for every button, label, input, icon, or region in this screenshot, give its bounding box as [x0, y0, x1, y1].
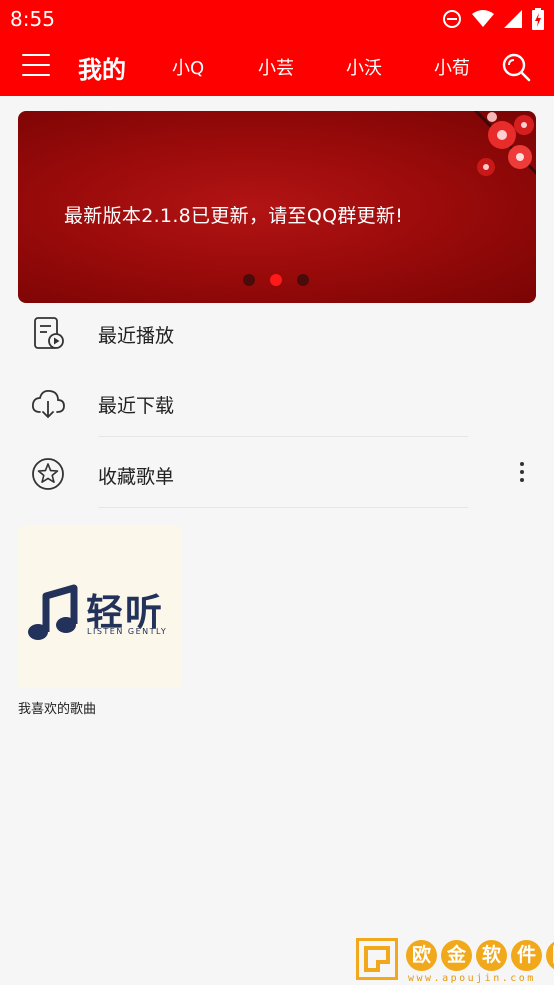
recent-play-icon	[34, 317, 64, 349]
menu-label-favorite-playlists: 收藏歌单	[98, 466, 175, 488]
battery-icon	[532, 8, 544, 30]
app-bar: 我的 小Q 小芸 小沃 小荀	[0, 38, 554, 96]
menu-item-recent-play[interactable]: 最近播放	[0, 299, 554, 369]
menu-item-recent-download[interactable]: 最近下载	[0, 369, 554, 439]
tab-mine[interactable]: 我的	[78, 50, 126, 85]
carousel-dot[interactable]	[297, 274, 309, 286]
more-vertical-icon[interactable]	[508, 458, 536, 492]
watermark-char: 欧	[406, 940, 437, 971]
banner-carousel[interactable]: 最新版本2.1.8已更新，请至QQ群更新!	[18, 111, 536, 303]
watermark-logo-icon	[356, 938, 398, 980]
playlist-name: 我喜欢的歌曲	[18, 702, 97, 717]
playlist-cover: 轻听 LISTEN GENTLY	[18, 526, 182, 688]
tab-xiao-yun[interactable]: 小芸	[258, 54, 294, 80]
star-icon	[32, 458, 64, 490]
tab-xiao-q[interactable]: 小Q	[172, 54, 204, 80]
watermark-char: 软	[476, 940, 507, 971]
divider	[98, 507, 468, 508]
plum-blossom-decoration	[473, 111, 536, 176]
music-note-icon	[28, 584, 78, 640]
cloud-download-icon	[31, 389, 65, 419]
cover-brand-subtitle: LISTEN GENTLY	[87, 627, 168, 636]
menu-label-recent-play: 最近播放	[98, 325, 175, 347]
watermark-url: www.apoujin.com	[408, 973, 536, 984]
status-bar: 8:55	[0, 0, 554, 38]
watermark-char: 园	[546, 940, 554, 971]
playlist-card[interactable]: 轻听 LISTEN GENTLY 我喜欢的歌曲	[18, 526, 182, 717]
status-time: 8:55	[10, 7, 55, 31]
banner-text: 最新版本2.1.8已更新，请至QQ群更新!	[64, 205, 404, 227]
signal-icon	[504, 10, 522, 28]
tab-xiao-xun[interactable]: 小荀	[434, 54, 470, 80]
watermark-char: 件	[511, 940, 542, 971]
dnd-icon	[443, 10, 461, 28]
carousel-dot-active[interactable]	[270, 274, 282, 286]
menu-item-favorite-playlists[interactable]: 收藏歌单	[0, 440, 554, 510]
wifi-icon	[472, 10, 494, 27]
carousel-dot[interactable]	[243, 274, 255, 286]
watermark-char: 金	[441, 940, 472, 971]
search-icon[interactable]	[501, 52, 531, 82]
menu-icon[interactable]	[22, 54, 50, 80]
menu-label-recent-download: 最近下载	[98, 395, 175, 417]
divider	[98, 436, 468, 437]
tab-xiao-wo[interactable]: 小沃	[346, 54, 382, 80]
watermark: 欧 金 软 件 园 www.apoujin.com	[356, 936, 554, 984]
carousel-indicator	[243, 274, 309, 286]
